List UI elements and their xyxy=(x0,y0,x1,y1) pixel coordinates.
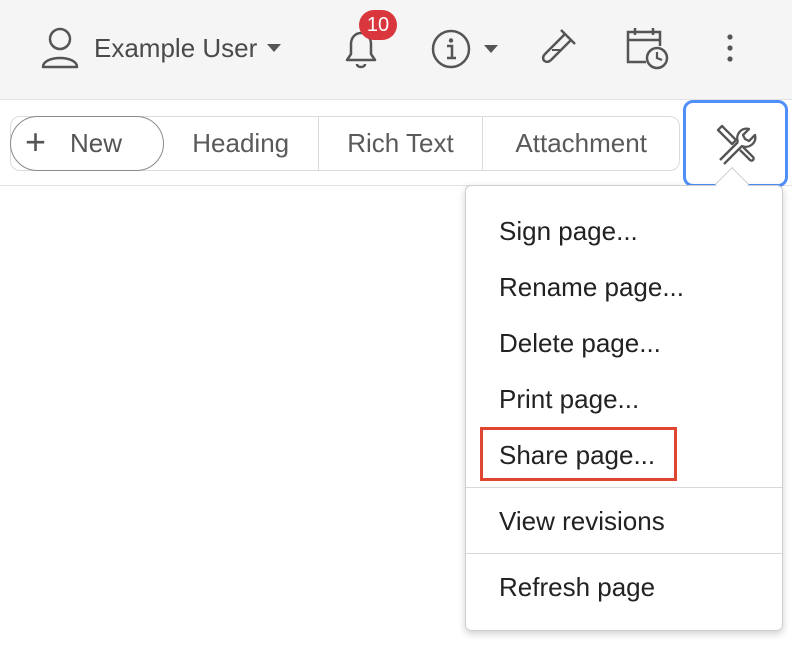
info-icon xyxy=(431,29,471,69)
tools-icon xyxy=(716,124,756,165)
calendar-clock-icon xyxy=(626,28,669,70)
page-tools-menu: Sign page... Rename page... Delete page.… xyxy=(465,185,783,631)
user-name: Example User xyxy=(94,32,258,63)
menu-item-share-page[interactable]: Share page... xyxy=(466,427,782,483)
add-content-group: + New Heading Rich Text Attachment xyxy=(10,116,680,171)
top-bar: Example User 10 xyxy=(0,0,792,100)
menu-item-sign-page[interactable]: Sign page... xyxy=(466,203,782,259)
more-options-button[interactable] xyxy=(724,32,736,69)
attachment-button[interactable]: Attachment xyxy=(483,117,679,170)
heading-button[interactable]: Heading xyxy=(164,117,319,170)
chevron-down-icon xyxy=(484,45,498,53)
kebab-icon xyxy=(727,34,733,62)
menu-item-refresh-page[interactable]: Refresh page xyxy=(466,559,782,615)
menu-item-rename-page[interactable]: Rename page... xyxy=(466,259,782,315)
user-icon xyxy=(41,27,79,69)
new-label: New xyxy=(70,128,123,158)
menu-item-view-revisions[interactable]: View revisions xyxy=(466,493,782,549)
menu-item-delete-page[interactable]: Delete page... xyxy=(466,315,782,371)
help-menu[interactable] xyxy=(430,28,498,70)
menu-item-print-page[interactable]: Print page... xyxy=(466,371,782,427)
page-toolbar: + New Heading Rich Text Attachment xyxy=(0,100,792,187)
menu-divider xyxy=(466,553,782,554)
user-menu[interactable]: Example User xyxy=(40,26,282,70)
menu-divider xyxy=(466,487,782,488)
plus-icon: + xyxy=(25,120,47,162)
flask-icon xyxy=(541,29,576,64)
rich-text-button[interactable]: Rich Text xyxy=(319,117,484,170)
chevron-down-icon xyxy=(267,44,282,52)
calendar-button[interactable] xyxy=(624,26,672,77)
notification-badge: 10 xyxy=(359,10,397,40)
new-button[interactable]: + New xyxy=(10,116,164,171)
lab-button[interactable] xyxy=(535,26,579,75)
